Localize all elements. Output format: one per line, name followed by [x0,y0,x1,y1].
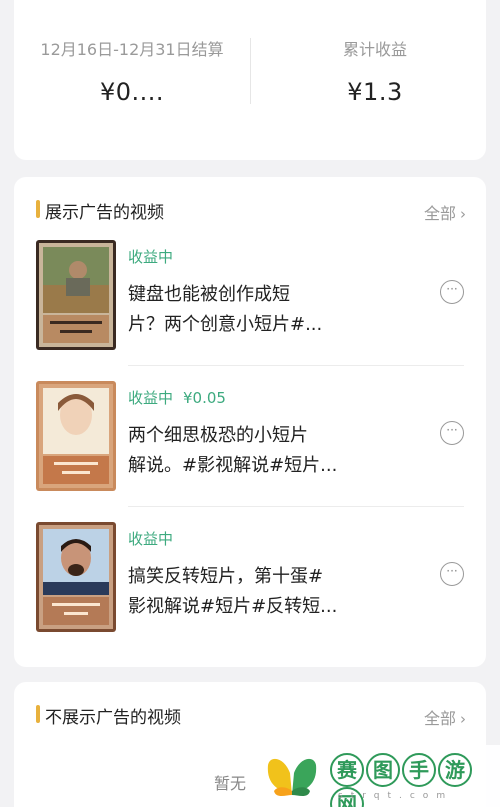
total-label: 累计收益 [342,40,407,59]
video-item[interactable]: 收益中 键盘也能被创作成短 片？两个创意小短片#... ··· [14,240,486,380]
divider [128,365,464,366]
view-all-label: 全部 [423,709,456,728]
section-header: 展示广告的视频 全部 › [14,177,486,247]
video-title: 两个细思极恐的小短片 解说。#影视解说#短片... [128,425,338,476]
chevron-right-icon: › [460,205,466,223]
empty-state-text: 暂无 [214,774,247,793]
video-title: 搞笑反转短片，第十蛋# 影视解说#短片#反转短... [128,566,338,617]
video-thumbnail[interactable] [36,240,116,350]
chevron-right-icon: › [460,710,466,728]
section-accent-bar [36,200,40,218]
more-options-icon[interactable]: ··· [440,421,464,445]
video-thumbnail[interactable] [36,381,116,491]
video-title: 键盘也能被创作成短 片？两个创意小短片#... [128,284,323,335]
status-label: 收益中 ¥0.05 [128,389,226,407]
period-label: 12月16日-12月31日结算 [40,40,224,59]
video-item[interactable]: 收益中 ¥0.05 两个细思极恐的小短片 解说。#影视解说#短片... ··· [14,381,486,521]
period-earnings: 12月16日-12月31日结算 ¥0.... [14,36,250,106]
more-options-icon[interactable]: ··· [440,280,464,304]
watermark-url: strqt.com [338,791,454,801]
section-title: 展示广告的视频 [45,203,164,223]
view-all-link[interactable]: 全部 › [424,200,466,224]
period-value: ¥0.... [99,78,165,106]
more-options-icon[interactable]: ··· [440,562,464,586]
status-label: 收益中 [128,248,174,266]
total-earnings: 累计收益 ¥1.3 [250,36,500,106]
watermark: 赛图手游网 strqt.com [252,745,500,807]
earnings-card: 12月16日-12月31日结算 ¥0.... 累计收益 ¥1.3 [14,0,486,160]
butterfly-logo-icon [267,758,317,796]
earnings-amount: ¥0.05 [183,389,226,407]
view-all-label: 全部 [423,204,456,223]
section-accent-bar [36,705,40,723]
section-title: 不展示广告的视频 [45,708,181,728]
total-value: ¥1.3 [347,78,403,106]
section-header: 不展示广告的视频 全部 › [14,682,486,752]
ad-videos-section: 展示广告的视频 全部› 收益中 键盘也能被创作成短 片？两个创意小短片#... [14,177,486,667]
divider [128,506,464,507]
view-all-link[interactable]: 全部 › [424,705,466,729]
video-item[interactable]: 收益中 搞笑反转短片，第十蛋# 影视解说#短片#反转短... ··· [14,522,486,662]
video-thumbnail[interactable] [36,522,116,632]
status-label: 收益中 [128,530,174,548]
